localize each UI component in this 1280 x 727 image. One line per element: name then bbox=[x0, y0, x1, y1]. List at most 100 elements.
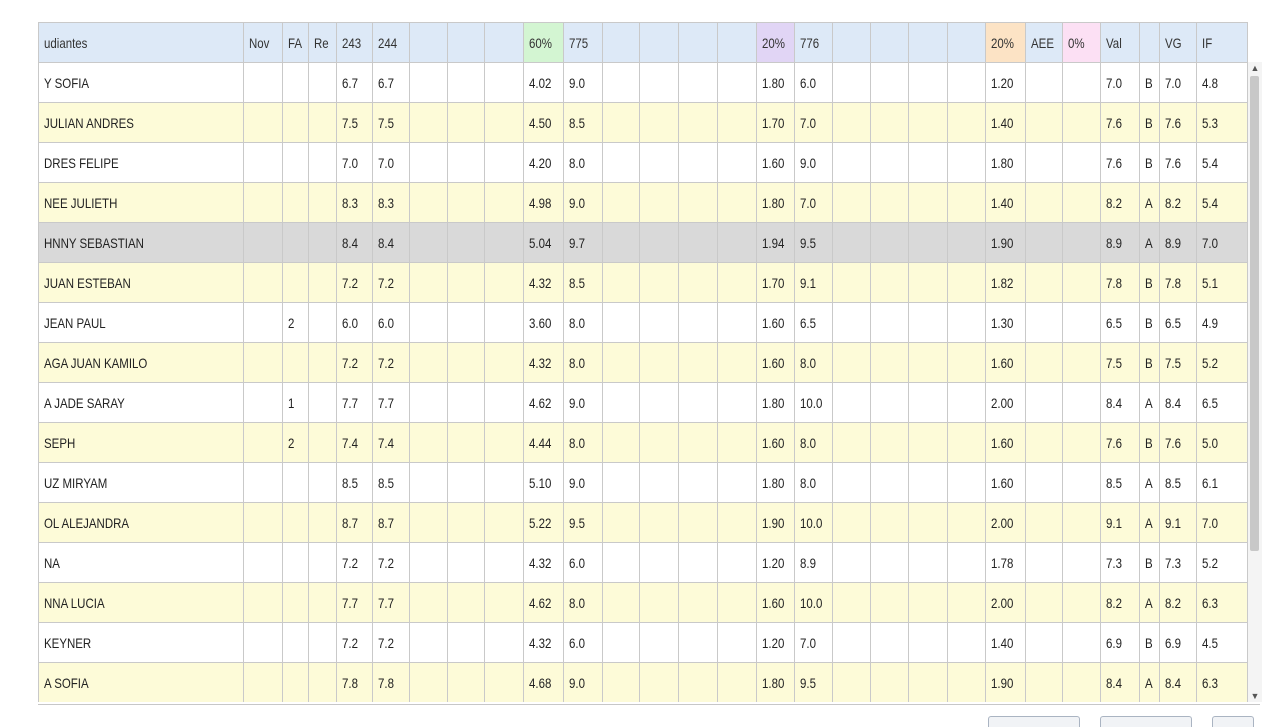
column-header-9[interactable]: 60% bbox=[523, 22, 564, 63]
cell-p20b[interactable]: 1.78 bbox=[984, 542, 1026, 583]
empty-cell[interactable] bbox=[831, 462, 871, 503]
cell-v775[interactable]: 8.0 bbox=[562, 342, 603, 383]
cell-v243[interactable]: 7.7 bbox=[335, 582, 374, 623]
empty-cell[interactable] bbox=[308, 382, 337, 423]
table-row[interactable]: Y SOFIA 6.7 6.7 4.02 9.0 1.80 6.0 1.20 7.0 B 7.0 4.… bbox=[38, 62, 1248, 103]
cell-if[interactable]: 5.2 bbox=[1195, 342, 1248, 383]
empty-cell[interactable] bbox=[308, 182, 337, 223]
empty-cell[interactable] bbox=[446, 142, 486, 183]
cell-v244[interactable]: 8.4 bbox=[372, 222, 411, 263]
cell-letter[interactable]: A bbox=[1138, 182, 1161, 223]
empty-cell[interactable] bbox=[601, 222, 641, 263]
cell-v243[interactable]: 6.7 bbox=[335, 62, 374, 103]
empty-cell[interactable] bbox=[242, 342, 283, 383]
footer-button-2[interactable] bbox=[1100, 716, 1192, 727]
empty-cell[interactable] bbox=[869, 662, 910, 702]
empty-cell[interactable] bbox=[409, 182, 448, 223]
empty-cell[interactable] bbox=[947, 422, 986, 463]
cell-v244[interactable]: 7.8 bbox=[372, 662, 411, 702]
scroll-thumb[interactable] bbox=[1250, 76, 1259, 551]
empty-cell[interactable] bbox=[869, 342, 910, 383]
empty-cell[interactable] bbox=[601, 662, 641, 702]
empty-cell[interactable] bbox=[484, 382, 525, 423]
empty-cell[interactable] bbox=[446, 302, 486, 343]
empty-cell[interactable] bbox=[1062, 382, 1102, 423]
column-header-15[interactable]: 20% bbox=[755, 22, 796, 63]
empty-cell[interactable] bbox=[639, 62, 680, 103]
cell-letter[interactable]: B bbox=[1138, 62, 1161, 103]
empty-cell[interactable] bbox=[716, 622, 757, 663]
cell-fa[interactable]: 1 bbox=[281, 382, 310, 423]
cell-v776[interactable]: 8.0 bbox=[794, 462, 833, 503]
empty-cell[interactable] bbox=[601, 622, 641, 663]
cell-if[interactable]: 5.4 bbox=[1195, 142, 1248, 183]
cell-v776[interactable]: 8.9 bbox=[794, 542, 833, 583]
cell-p20b[interactable]: 1.80 bbox=[984, 142, 1026, 183]
empty-cell[interactable] bbox=[1062, 582, 1102, 623]
empty-cell[interactable] bbox=[601, 102, 641, 143]
cell-v776[interactable]: 6.5 bbox=[794, 302, 833, 343]
empty-cell[interactable] bbox=[446, 422, 486, 463]
column-header-10[interactable]: 775 bbox=[562, 22, 603, 63]
empty-cell[interactable] bbox=[639, 502, 680, 543]
cell-v776[interactable]: 9.5 bbox=[794, 222, 833, 263]
empty-cell[interactable] bbox=[446, 342, 486, 383]
cell-v244[interactable]: 7.2 bbox=[372, 262, 411, 303]
empty-cell[interactable] bbox=[484, 182, 525, 223]
empty-cell[interactable] bbox=[1024, 102, 1064, 143]
empty-cell[interactable] bbox=[242, 102, 283, 143]
cell-name[interactable]: NA bbox=[38, 542, 244, 583]
empty-cell[interactable] bbox=[409, 542, 448, 583]
empty-cell[interactable] bbox=[678, 342, 718, 383]
cell-if[interactable]: 6.5 bbox=[1195, 382, 1248, 423]
cell-vg[interactable]: 7.3 bbox=[1159, 542, 1197, 583]
cell-v776[interactable]: 10.0 bbox=[794, 582, 833, 623]
cell-fa[interactable] bbox=[281, 502, 310, 543]
column-header-11[interactable] bbox=[601, 22, 641, 63]
empty-cell[interactable] bbox=[678, 262, 718, 303]
column-header-17[interactable] bbox=[831, 22, 871, 63]
footer-button-1[interactable] bbox=[988, 716, 1080, 727]
empty-cell[interactable] bbox=[678, 662, 718, 702]
empty-cell[interactable] bbox=[308, 262, 337, 303]
empty-cell[interactable] bbox=[678, 462, 718, 503]
cell-if[interactable]: 7.0 bbox=[1195, 502, 1248, 543]
empty-cell[interactable] bbox=[601, 502, 641, 543]
column-header-18[interactable] bbox=[869, 22, 910, 63]
chevron-up-icon[interactable]: ▲ bbox=[1249, 62, 1261, 74]
cell-v243[interactable]: 7.2 bbox=[335, 342, 374, 383]
empty-cell[interactable] bbox=[947, 542, 986, 583]
cell-letter[interactable]: A bbox=[1138, 502, 1161, 543]
empty-cell[interactable] bbox=[308, 622, 337, 663]
cell-fa[interactable] bbox=[281, 262, 310, 303]
empty-cell[interactable] bbox=[1062, 662, 1102, 702]
cell-p20a[interactable]: 1.20 bbox=[755, 542, 796, 583]
cell-name[interactable]: JUAN ESTEBAN bbox=[38, 262, 244, 303]
cell-v243[interactable]: 6.0 bbox=[335, 302, 374, 343]
cell-v776[interactable]: 7.0 bbox=[794, 102, 833, 143]
column-header-19[interactable] bbox=[908, 22, 949, 63]
cell-fa[interactable] bbox=[281, 222, 310, 263]
cell-p20b[interactable]: 2.00 bbox=[984, 582, 1026, 623]
empty-cell[interactable] bbox=[678, 582, 718, 623]
cell-p20a[interactable]: 1.60 bbox=[755, 142, 796, 183]
cell-letter[interactable]: B bbox=[1138, 342, 1161, 383]
empty-cell[interactable] bbox=[242, 302, 283, 343]
cell-vg[interactable]: 9.1 bbox=[1159, 502, 1197, 543]
table-row[interactable]: A JADE SARAY 1 7.7 7.7 4.62 9.0 1.80 10.0 2.00 8.… bbox=[38, 382, 1248, 423]
cell-name[interactable]: AGA JUAN KAMILO bbox=[38, 342, 244, 383]
column-header-25[interactable] bbox=[1138, 22, 1161, 63]
cell-val[interactable]: 7.8 bbox=[1100, 262, 1140, 303]
table-row[interactable]: AGA JUAN KAMILO 7.2 7.2 4.32 8.0 1.60 8.0 1.60 7… bbox=[38, 342, 1248, 383]
empty-cell[interactable] bbox=[639, 542, 680, 583]
cell-p20a[interactable]: 1.60 bbox=[755, 302, 796, 343]
empty-cell[interactable] bbox=[869, 622, 910, 663]
cell-v243[interactable]: 7.2 bbox=[335, 262, 374, 303]
empty-cell[interactable] bbox=[908, 622, 949, 663]
cell-v243[interactable]: 8.7 bbox=[335, 502, 374, 543]
empty-cell[interactable] bbox=[601, 142, 641, 183]
empty-cell[interactable] bbox=[716, 582, 757, 623]
cell-v244[interactable]: 7.7 bbox=[372, 582, 411, 623]
cell-vg[interactable]: 7.5 bbox=[1159, 342, 1197, 383]
empty-cell[interactable] bbox=[716, 102, 757, 143]
